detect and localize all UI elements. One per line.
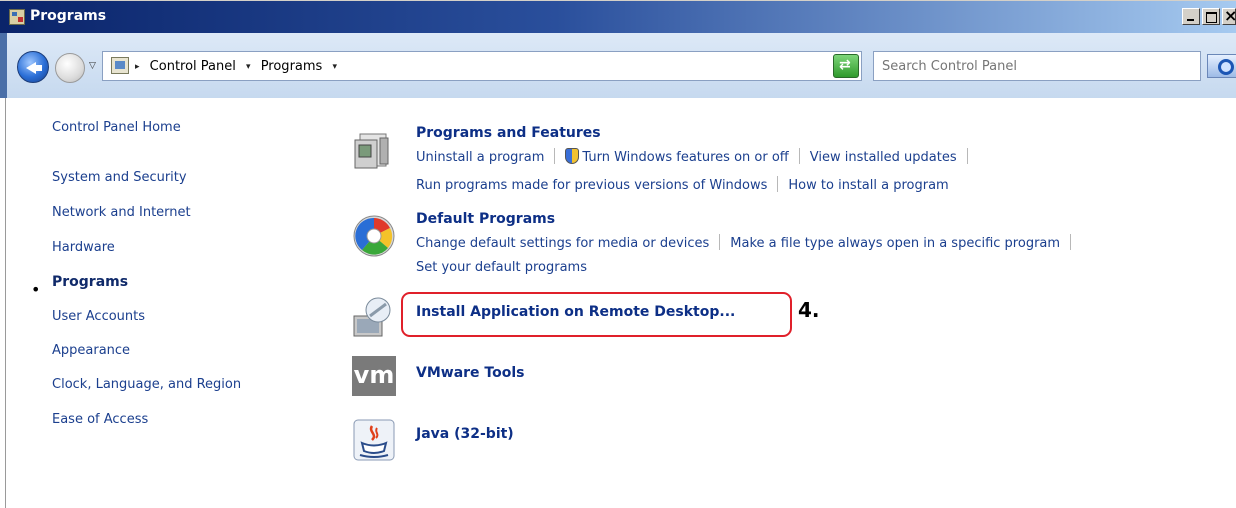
uac-shield-icon [565,148,580,164]
programs-features-tasks-1: Uninstall a program Turn Windows features… [416,148,978,165]
view-installed-updates-link[interactable]: View installed updates [810,150,957,165]
vmware-tools-link[interactable]: VMware Tools [416,365,524,381]
change-default-settings-link[interactable]: Change default settings for media or dev… [416,236,709,251]
sidebar-item-clock-language-region[interactable]: Clock, Language, and Region [52,377,241,392]
uninstall-program-link[interactable]: Uninstall a program [416,150,544,165]
how-to-install-link[interactable]: How to install a program [788,178,948,193]
sidebar-item-system-and-security[interactable]: System and Security [52,170,187,185]
window-left-edge [0,98,6,508]
programs-features-tasks-2: Run programs made for previous versions … [416,176,949,193]
sidebar-item-hardware[interactable]: Hardware [52,240,115,255]
annotation-highlight-box [401,292,792,337]
breadcrumb-separator-icon[interactable]: ▸ [135,62,140,72]
sidebar-item-ease-of-access[interactable]: Ease of Access [52,412,148,427]
minimize-button[interactable] [1182,8,1200,25]
run-older-programs-link[interactable]: Run programs made for previous versions … [416,178,767,193]
forward-button[interactable] [55,53,85,83]
back-button[interactable] [17,51,49,83]
title-bar: Programs [0,0,1236,33]
breadcrumb: ▸ Control Panel ▾ Programs ▾ [135,59,343,74]
breadcrumb-programs[interactable]: Programs [261,59,323,74]
current-item-bullet: • [31,280,41,299]
window-controls [1182,6,1236,25]
sidebar-item-user-accounts[interactable]: User Accounts [52,309,145,324]
refresh-button[interactable] [833,54,859,78]
maximize-button[interactable] [1202,8,1220,25]
search-icon[interactable] [1207,54,1236,78]
navigation-bar: ▽ ▸ Control Panel ▾ Programs ▾ ▼ [0,33,1236,98]
sidebar-item-appearance[interactable]: Appearance [52,343,130,358]
breadcrumb-control-panel[interactable]: Control Panel [150,59,236,74]
java-link[interactable]: Java (32-bit) [416,426,514,442]
search-input[interactable] [874,52,1200,80]
remote-desktop-icon[interactable] [352,296,396,340]
sidebar-item-network-and-internet[interactable]: Network and Internet [52,205,191,220]
vmware-icon[interactable]: vm [352,356,396,396]
control-panel-folder-icon [111,57,129,74]
default-programs-icon[interactable] [352,214,396,258]
address-bar[interactable]: ▸ Control Panel ▾ Programs ▾ ▼ [102,51,862,81]
programs-features-icon[interactable] [352,128,396,172]
programs-and-features-link[interactable]: Programs and Features [416,125,601,141]
breadcrumb-separator-icon[interactable]: ▾ [332,62,337,72]
sidebar-item-programs: Programs [52,274,129,290]
java-icon[interactable] [352,418,396,462]
windows-features-link[interactable]: Turn Windows features on or off [582,150,788,165]
annotation-step-number: 4. [798,298,820,322]
set-default-programs-link[interactable]: Set your default programs [416,260,587,275]
control-panel-icon [9,9,25,25]
default-programs-tasks-2: Set your default programs [416,260,587,275]
search-box[interactable] [873,51,1201,81]
file-type-association-link[interactable]: Make a file type always open in a specif… [730,236,1060,251]
sidebar-item-control-panel-home[interactable]: Control Panel Home [52,120,181,135]
breadcrumb-separator-icon[interactable]: ▾ [246,62,251,72]
close-button[interactable] [1222,6,1236,25]
default-programs-link[interactable]: Default Programs [416,211,555,227]
recent-pages-dropdown[interactable]: ▽ [89,61,96,71]
default-programs-tasks-1: Change default settings for media or dev… [416,234,1081,251]
window-title: Programs [30,8,107,24]
